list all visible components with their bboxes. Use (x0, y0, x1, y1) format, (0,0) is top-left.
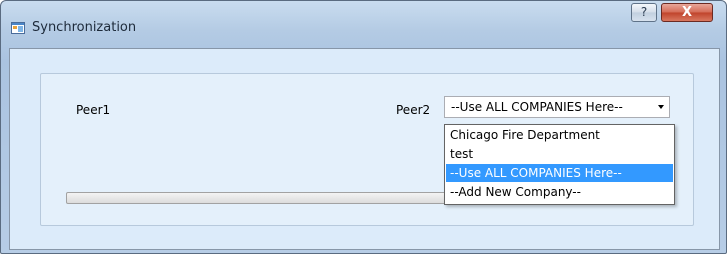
peer1-label: Peer1 (76, 103, 111, 117)
peer2-label: Peer2 (396, 103, 431, 117)
dropdown-option-chicago-fire-department[interactable]: Chicago Fire Department (446, 126, 673, 144)
dropdown-option-test[interactable]: test (446, 145, 673, 163)
title-bar[interactable]: Synchronization ? X (1, 1, 726, 41)
peer2-selected-value: --Use ALL COMPANIES Here-- (451, 100, 623, 114)
window-app-icon (11, 22, 25, 34)
peer2-combobox[interactable]: --Use ALL COMPANIES Here-- (444, 96, 670, 118)
dropdown-option-add-new-company[interactable]: --Add New Company-- (446, 183, 673, 201)
close-button[interactable]: X (661, 3, 713, 22)
dropdown-arrow-icon[interactable] (658, 105, 664, 109)
dropdown-option-use-all-companies[interactable]: --Use ALL COMPANIES Here-- (446, 164, 673, 182)
peer2-dropdown-list[interactable]: Chicago Fire Department test --Use ALL C… (444, 124, 675, 205)
window-title: Synchronization (32, 20, 137, 35)
help-button[interactable]: ? (631, 3, 657, 22)
